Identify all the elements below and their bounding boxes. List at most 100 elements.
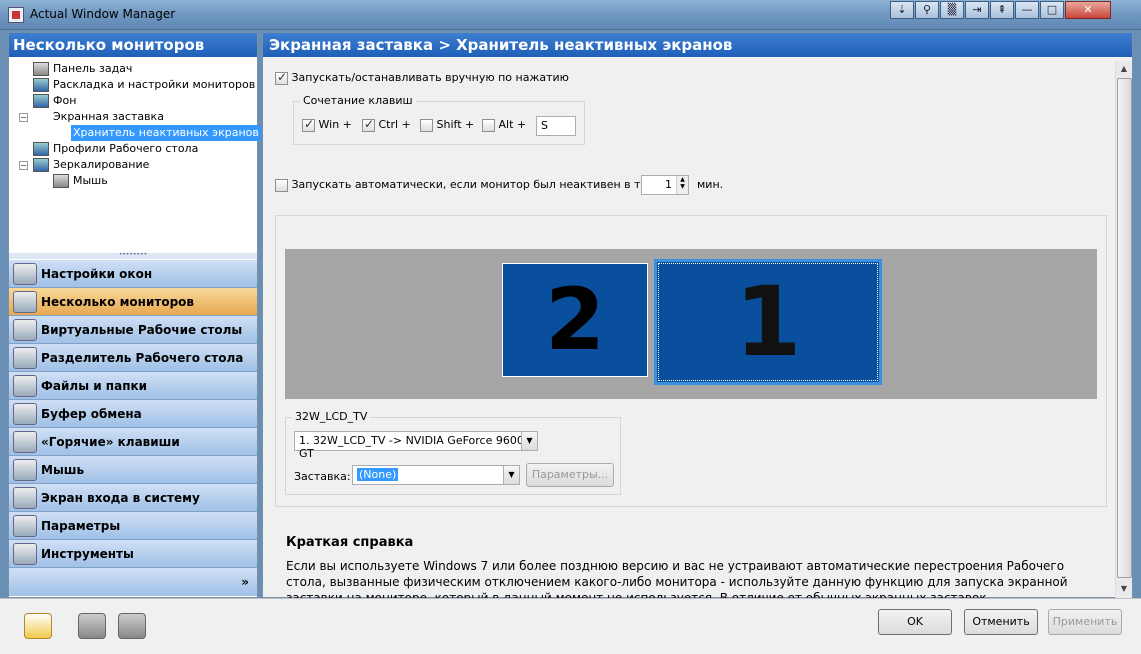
pin-icon[interactable]: ⚲ (915, 1, 939, 19)
hotkey-group: Сочетание клавиш Win + Ctrl + Shift + Al… (293, 94, 585, 145)
clipboard-icon (13, 402, 37, 425)
monitor-select[interactable]: 1. 32W_LCD_TV -> NVIDIA GeForce 9600 GT … (294, 431, 538, 460)
page-title: Экранная заставка > Хранитель неактивных… (263, 33, 1132, 57)
tree-item-mirroring[interactable]: Зеркалирование (33, 157, 149, 173)
tree-item-label: Зеркалирование (53, 158, 150, 171)
collapse-icon[interactable]: − (19, 113, 28, 122)
redo-icon[interactable] (118, 613, 146, 639)
minutes-spinner[interactable]: ▲ ▼ (676, 176, 688, 194)
move-to-monitor-icon[interactable]: ⇥ (965, 1, 989, 19)
monitor-group-title: 32W_LCD_TV (292, 410, 371, 423)
nav-tools[interactable]: Инструменты (9, 540, 257, 568)
nav-multiple-monitors[interactable]: Несколько мониторов (9, 288, 257, 316)
nav-options[interactable]: Параметры (9, 512, 257, 540)
tree-item-taskbar[interactable]: Панель задач (33, 61, 132, 77)
screensaver-select[interactable]: (None) ▼ (352, 465, 520, 485)
monitor-1[interactable]: 1 (654, 259, 882, 385)
vertical-scrollbar[interactable]: ▲ ▼ (1115, 61, 1132, 599)
nav-virtual-desktops[interactable]: Виртуальные Рабочие столы (9, 316, 257, 344)
tree-item-mouse[interactable]: Мышь (53, 173, 108, 189)
mirroring-icon (33, 158, 49, 172)
nav-mouse[interactable]: Мышь (9, 456, 257, 484)
monitor-icon (33, 78, 49, 92)
tree-item-background[interactable]: Фон (33, 93, 76, 109)
maximize-button[interactable]: □ (1040, 1, 1064, 19)
shift-checkbox[interactable] (420, 118, 433, 132)
nav-desktop-divider[interactable]: Разделитель Рабочего стола (9, 344, 257, 372)
hotkey-group-title: Сочетание клавиш (300, 94, 416, 107)
tools-icon (13, 542, 37, 565)
tree-item-inactive-screens[interactable]: Хранитель неактивных экранов (71, 125, 261, 141)
scroll-thumb[interactable] (1117, 78, 1132, 578)
win-option[interactable]: Win + (302, 117, 352, 132)
settings-tree: Панель задач Раскладка и настройки монит… (9, 57, 261, 253)
nav-label: Разделитель Рабочего стола (41, 350, 244, 365)
auto-start-option[interactable]: Запускать автоматически, если монитор бы… (275, 178, 682, 192)
undo-icon[interactable] (78, 613, 106, 639)
manual-start-option[interactable]: Запускать/останавливать вручную по нажат… (275, 70, 569, 85)
nav-files-folders[interactable]: Файлы и папки (9, 372, 257, 400)
alt-checkbox[interactable] (482, 118, 495, 132)
bottom-bar: OK Отменить Применить (0, 598, 1141, 654)
chevron-down-icon[interactable]: ▼ (503, 466, 519, 484)
window-title: Actual Window Manager (30, 7, 176, 21)
tree-item-label: Панель задач (53, 62, 133, 75)
close-button[interactable]: ✕ (1065, 1, 1111, 19)
ctrl-checkbox[interactable] (362, 117, 375, 132)
win-checkbox[interactable] (302, 117, 315, 132)
hotkey-key-input[interactable]: S (536, 116, 576, 136)
nav-clipboard[interactable]: Буфер обмена (9, 400, 257, 428)
nav-window-settings[interactable]: Настройки окон (9, 260, 257, 288)
chevron-down-icon[interactable]: ▼ (521, 432, 537, 450)
scroll-down-icon[interactable]: ▼ (1116, 581, 1132, 597)
ok-button[interactable]: OK (878, 609, 952, 635)
tree-item-screensaver[interactable]: Экранная заставка (33, 109, 164, 125)
tree-item-label: Фон (53, 94, 77, 107)
right-panel: Экранная заставка > Хранитель неактивных… (262, 32, 1133, 637)
nav-hotkeys[interactable]: «Горячие» клавиши (9, 428, 257, 456)
tree-item-layout[interactable]: Раскладка и настройки мониторов (33, 77, 255, 93)
options-icon (13, 514, 37, 537)
tree-item-desktop-profiles[interactable]: Профили Рабочего стола (33, 141, 198, 157)
mouse-icon (13, 458, 37, 481)
panel-splitter[interactable]: •••••••• (9, 252, 257, 259)
shift-option[interactable]: Shift + (420, 118, 474, 132)
manual-start-checkbox[interactable] (275, 70, 288, 85)
category-nav: Настройки окон Несколько мониторов Вирту… (9, 260, 257, 596)
apply-button[interactable]: Применить (1048, 609, 1122, 635)
virtual-desktops-icon (13, 318, 37, 341)
lock-icon (13, 486, 37, 509)
title-buttons: ⇣ ⚲ ▒ ⇥ ⇞ — □ ✕ (890, 1, 1112, 21)
auto-start-checkbox[interactable] (275, 178, 288, 192)
more-categories-button[interactable]: » (9, 568, 257, 596)
scroll-up-icon[interactable]: ▲ (1116, 61, 1132, 77)
desktop-profile-icon (33, 142, 49, 156)
monitor-2[interactable]: 2 (502, 263, 648, 377)
tree-item-label: Экранная заставка (53, 110, 164, 123)
help-icon[interactable] (24, 613, 52, 639)
tree-item-label: Раскладка и настройки мониторов (53, 78, 256, 91)
collapse-icon[interactable]: − (19, 161, 28, 170)
screensaver-select-value: (None) (357, 468, 399, 481)
alt-option[interactable]: Alt + (482, 118, 526, 132)
minimize-button[interactable]: — (1015, 1, 1039, 19)
taskbar-icon (33, 62, 49, 76)
screensaver-label: Заставка: (294, 470, 351, 483)
nav-label: «Горячие» клавиши (41, 434, 180, 449)
roll-up-icon[interactable]: ⇞ (990, 1, 1014, 19)
auto-start-label: Запускать автоматически, если монитор бы… (291, 178, 682, 191)
minutes-value: 1 (665, 178, 672, 191)
transparency-icon[interactable]: ▒ (940, 1, 964, 19)
minutes-unit: мин. (697, 178, 724, 191)
nav-logon-screen[interactable]: Экран входа в систему (9, 484, 257, 512)
multi-monitor-icon (13, 290, 37, 313)
desktop-divider-icon (13, 346, 37, 369)
screensaver-params-button[interactable]: Параметры... (526, 463, 614, 487)
tree-item-label: Мышь (73, 174, 108, 187)
ctrl-option[interactable]: Ctrl + (362, 117, 411, 132)
cancel-button[interactable]: Отменить (964, 609, 1038, 635)
window-settings-icon (13, 262, 37, 285)
minimize-to-tray-icon[interactable]: ⇣ (890, 1, 914, 19)
ctrl-label: Ctrl + (378, 118, 411, 131)
minutes-input[interactable]: 1 ▲ ▼ (641, 175, 689, 195)
